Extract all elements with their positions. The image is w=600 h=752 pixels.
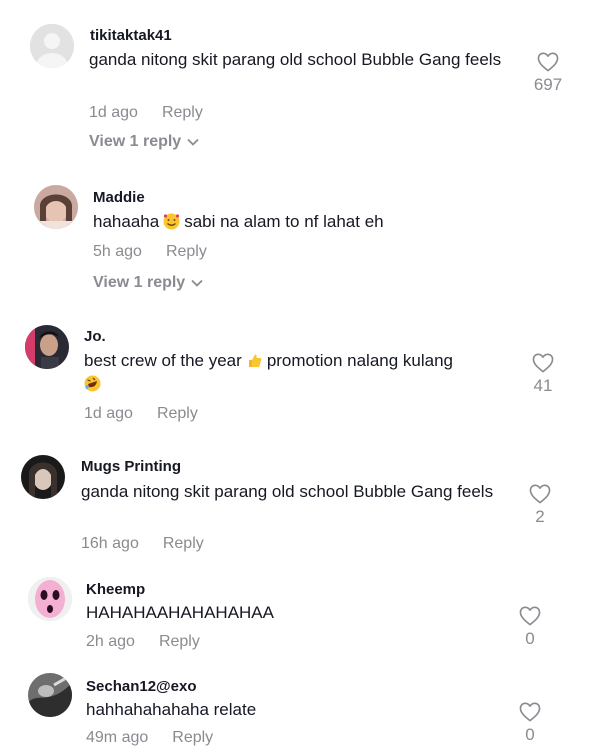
view-replies-label: View 1 reply <box>89 133 182 151</box>
comment-time: 2h ago <box>86 633 135 650</box>
like-count: 0 <box>525 725 535 744</box>
comment-meta: 16h ago Reply <box>81 535 204 553</box>
comment-time: 16h ago <box>81 535 139 552</box>
avatar[interactable] <box>30 24 74 68</box>
reply-button[interactable]: Reply <box>163 535 204 552</box>
comment-username[interactable]: Jo. <box>84 328 106 345</box>
thumbs-up-icon <box>246 352 263 369</box>
reply-button[interactable]: Reply <box>172 729 213 746</box>
chevron-down-icon <box>191 274 203 292</box>
comment-time: 1d ago <box>89 104 138 121</box>
heart-outline-icon <box>519 606 541 626</box>
heart-outline-icon <box>529 484 551 504</box>
like-button[interactable]: 41 <box>523 353 563 396</box>
avatar[interactable] <box>21 455 65 499</box>
like-button[interactable]: 0 <box>510 606 550 649</box>
like-button[interactable]: 0 <box>510 702 550 745</box>
comment-text: hahhahahahaha relate <box>86 700 257 719</box>
reply-button[interactable]: Reply <box>157 405 198 422</box>
comment-time: 49m ago <box>86 729 149 746</box>
like-count: 41 <box>533 376 553 395</box>
like-count: 0 <box>525 629 535 648</box>
comment-time: 5h ago <box>93 243 142 260</box>
rolling-on-floor-laughing-icon <box>84 375 101 392</box>
comment-text: HAHAHAAHAHAHAHAA <box>86 603 274 622</box>
heart-outline-icon <box>532 353 554 373</box>
like-count: 697 <box>533 75 563 94</box>
comment-username[interactable]: Mugs Printing <box>81 458 181 475</box>
comment-text-part: hahaaha <box>93 212 160 231</box>
comment-text: hahaaha sabi na alam to nf lahat eh <box>93 210 523 233</box>
comment-meta: 49m ago Reply <box>86 729 213 747</box>
reply-button[interactable]: Reply <box>159 633 200 650</box>
reply-button[interactable]: Reply <box>162 104 203 121</box>
comment-meta: 5h ago Reply <box>93 243 207 261</box>
like-button[interactable]: 2 <box>520 484 560 527</box>
comment-username[interactable]: Sechan12@exo <box>86 678 197 695</box>
like-count: 2 <box>535 507 545 526</box>
heart-outline-icon <box>519 702 541 722</box>
comment-text-part: best crew of the year <box>84 351 242 370</box>
avatar[interactable] <box>25 325 69 369</box>
comment-text-part: promotion nalang kulang <box>266 351 453 370</box>
view-replies-button[interactable]: View 1 reply <box>89 133 199 151</box>
comment-time: 1d ago <box>84 405 133 422</box>
view-replies-button[interactable]: View 1 reply <box>93 274 203 292</box>
avatar[interactable] <box>28 673 72 717</box>
comment-text-part: sabi na alam to nf lahat eh <box>184 212 384 231</box>
reply-button[interactable]: Reply <box>166 243 207 260</box>
avatar[interactable] <box>34 185 78 229</box>
chevron-down-icon <box>187 133 199 151</box>
heart-outline-icon <box>537 52 559 72</box>
comment-username[interactable]: Maddie <box>93 189 145 206</box>
comment-username[interactable]: tikitaktak41 <box>90 27 172 44</box>
like-button[interactable]: 697 <box>528 52 568 95</box>
comment-username[interactable]: Kheemp <box>86 581 145 598</box>
comment-text: best crew of the year promotion nalang ku… <box>84 349 514 395</box>
comment-meta: 1d ago Reply <box>89 104 203 122</box>
comment-meta: 2h ago Reply <box>86 633 200 651</box>
comment-meta: 1d ago Reply <box>84 405 198 423</box>
comment-text: ganda nitong skit parang old school Bubb… <box>81 482 494 501</box>
comment-text: ganda nitong skit parang old school Bubb… <box>89 50 502 69</box>
view-replies-label: View 1 reply <box>93 274 186 292</box>
smiling-face-with-hearts-icon <box>163 213 180 230</box>
avatar[interactable] <box>28 577 72 621</box>
